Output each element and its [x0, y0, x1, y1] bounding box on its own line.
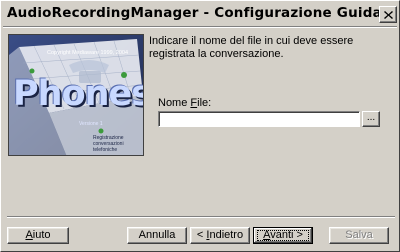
help-button[interactable]: Aiuto	[7, 227, 69, 244]
bitmap-caption-3: telefoniche	[93, 147, 118, 153]
wizard-bitmap: Copyright Mediaware 1999, 2004 Phones Ve…	[8, 34, 144, 156]
help-accelerator: A	[25, 229, 33, 241]
button-separator	[7, 216, 395, 218]
wizard-window: AudioRecordingManager - Configurazione G…	[0, 0, 400, 252]
title-bar[interactable]: AudioRecordingManager - Configurazione G…	[3, 3, 399, 25]
file-name-label: Nome File:	[158, 97, 211, 109]
instruction-text: Indicare il nome del file in cui deve es…	[149, 35, 354, 60]
close-icon	[383, 10, 393, 19]
help-label-rest: iuto	[32, 229, 51, 241]
bitmap-product-name: Phones	[13, 74, 144, 114]
close-button[interactable]	[379, 6, 397, 23]
focus-rectangle	[257, 230, 309, 241]
back-button[interactable]: < Indietro	[190, 227, 250, 244]
next-button[interactable]: Avanti >	[253, 227, 313, 244]
back-prefix: <	[196, 229, 207, 241]
cancel-button[interactable]: Annulla	[127, 227, 187, 244]
file-label-prefix: Nome	[158, 97, 191, 109]
file-name-input[interactable]	[158, 111, 360, 127]
back-label-rest: ndietro	[209, 229, 244, 241]
bitmap-version: Versione 1	[79, 121, 103, 127]
file-label-suffix: ile:	[197, 97, 212, 109]
bitmap-copyright: Copyright Mediaware 1999, 2004	[47, 50, 129, 56]
browse-button[interactable]: ...	[362, 111, 380, 127]
window-title: AudioRecordingManager - Configurazione G…	[7, 5, 398, 21]
save-button: Salva	[329, 227, 389, 244]
title-separator	[3, 26, 397, 28]
